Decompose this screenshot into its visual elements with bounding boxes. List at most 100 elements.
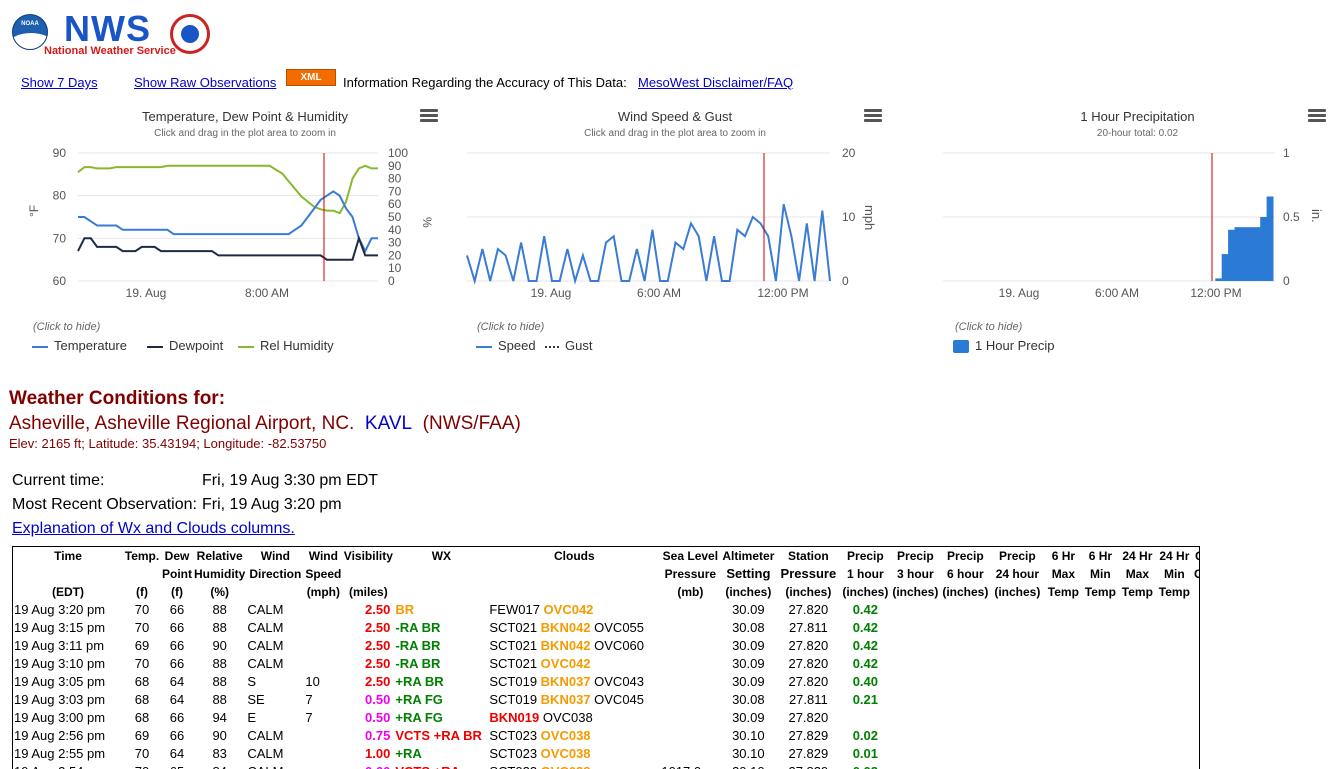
xml-button[interactable]: XML — [286, 69, 336, 86]
precipitation-chart[interactable]: 1 Hour Precipitation 20-hour total: 0.02… — [935, 105, 1335, 365]
y-tick-label: 10 — [842, 210, 856, 224]
station-id: KAVL — [364, 413, 413, 434]
legend-temperature[interactable]: Temperature — [32, 338, 127, 353]
table-cell: 19 Aug 3:05 pm — [14, 674, 106, 689]
table-cell: SCT021 OVC042 — [488, 655, 660, 673]
cloud-layer: BKN037 — [540, 692, 591, 707]
table-cell: FEW017 OVC042 — [488, 601, 660, 619]
table-row: 19 Aug 2:56 pm 69 66 90 CALM 0.75 VCTS +RA BR S… — [13, 727, 1199, 745]
table-cell — [1044, 601, 1082, 619]
column-header: Precip — [999, 549, 1036, 563]
table-cell — [1044, 745, 1082, 763]
table-cell — [1118, 601, 1156, 619]
precip-bar — [1253, 227, 1261, 281]
table-row: 19 Aug 3:15 pm 70 66 88 CALM 2.50 -RA BR SCT021… — [13, 619, 1199, 637]
column-header: Temp — [1047, 585, 1079, 599]
temp-chart-plot[interactable]: 908070601009080706050403020100°F%19. Aug… — [20, 105, 450, 310]
table-cell: 88 — [212, 620, 227, 635]
column-header: (f) — [136, 585, 148, 599]
legend-speed[interactable]: Speed — [476, 338, 536, 353]
precip-chart-plot[interactable]: 1 0.5 0 in. 19. Aug 6:00 AM 12:00 PM — [935, 105, 1335, 310]
table-cell — [990, 763, 1044, 769]
cloud-layer: SCT019 — [489, 692, 541, 707]
column-header: Max — [1051, 567, 1076, 581]
column-header: Wind — [308, 549, 338, 563]
table-cell: 70 — [134, 602, 150, 617]
legend-dewpoint[interactable]: Dewpoint — [147, 338, 223, 353]
table-cell: 68 — [134, 710, 150, 725]
table-cell: 70 — [134, 746, 150, 761]
column-header: Station — [788, 549, 829, 563]
table-cell: BR — [395, 602, 415, 617]
table-row: 19 Aug 3:20 pm 70 66 88 CALM 2.50 BR FEW017 OVC… — [13, 601, 1199, 619]
table-cell: SCT021 BKN042 OVC055 — [488, 619, 660, 637]
table-cell: 0.42 — [852, 638, 879, 653]
rel-humidity-line — [77, 164, 378, 215]
table-cell: 2.50 — [365, 620, 391, 635]
cloud-layer: SCT019 — [489, 674, 541, 689]
table-cell: 30.08 — [732, 692, 765, 707]
table-cell: 84 — [193, 763, 246, 769]
table-cell: 1017.0 — [660, 763, 720, 769]
precip-legend-icon — [953, 340, 969, 354]
table-cell — [1082, 619, 1118, 637]
table-cell — [1156, 709, 1192, 727]
table-cell: 64 — [169, 692, 185, 707]
table-cell — [1156, 745, 1192, 763]
table-cell — [940, 655, 990, 673]
table-cell: 19 Aug 3:15 pm — [14, 620, 106, 635]
station-name: Asheville, Asheville Regional Airport, N… — [9, 413, 355, 434]
accuracy-info-text: Information Regarding the Accuracy of Th… — [343, 75, 627, 90]
weather-conditions-heading: Weather Conditions for: — [9, 388, 226, 409]
table-cell — [1082, 655, 1118, 673]
column-header: Wind — [260, 549, 290, 563]
column-header: (inches) — [942, 585, 989, 599]
legend-1-hour-precip[interactable]: 1 Hour Precip — [953, 338, 1054, 354]
precip-bar — [1215, 278, 1223, 281]
table-cell: OK — [1192, 709, 1199, 727]
table-row: 19 Aug 3:05 pm 68 64 88 S 10 2.50 +RA BR SCT019 … — [13, 673, 1199, 691]
legend-gust[interactable]: Gust — [545, 338, 592, 353]
dewpoint-legend-icon — [147, 345, 163, 348]
wind-speed-gust-chart[interactable]: Wind Speed & Gust Click and drag in the … — [455, 105, 895, 365]
y2-tick-label: 0 — [388, 274, 395, 288]
show-raw-observations-link[interactable]: Show Raw Observations — [134, 75, 276, 90]
table-cell — [1156, 601, 1192, 619]
table-row: 19 Aug 3:03 pm 68 64 88 SE 7 0.50 +RA FG SCT019 … — [13, 691, 1199, 709]
column-header: (%) — [210, 585, 229, 599]
column-header: Min — [1164, 567, 1185, 581]
observations-table: Time Temp. Dew Relative Wind Wind Visibility WX… — [12, 546, 1200, 769]
legend-rel-humidity[interactable]: Rel Humidity — [238, 338, 334, 353]
table-cell: 27.820 — [788, 638, 829, 653]
table-cell: E — [247, 710, 257, 725]
cloud-layer: SCT023 — [489, 746, 541, 761]
column-header: (mb) — [677, 585, 704, 599]
table-cell: 27.820 — [788, 710, 829, 725]
table-cell: 1.00 — [365, 746, 391, 761]
table-cell: 0.42 — [852, 602, 879, 617]
table-cell: +RA BR — [395, 674, 444, 689]
table-cell — [990, 637, 1044, 655]
table-cell — [990, 709, 1044, 727]
table-cell — [660, 601, 720, 619]
column-header: Sea Level — [662, 549, 719, 563]
show-7-days-link[interactable]: Show 7 Days — [21, 75, 98, 90]
mesowest-disclaimer-link[interactable]: MesoWest Disclaimer/FAQ — [638, 75, 793, 90]
column-header: Direction — [249, 567, 302, 581]
legend-label: Speed — [498, 338, 536, 353]
table-cell — [1118, 637, 1156, 655]
wind-chart-plot[interactable]: 20 10 0 mph 19. Aug 6:00 AM 12:00 PM — [455, 105, 895, 310]
y2-axis-unit: % — [420, 217, 434, 228]
table-cell — [1082, 709, 1118, 727]
explanation-link[interactable]: Explanation of Wx and Clouds columns. — [12, 520, 295, 538]
table-cell — [1082, 601, 1118, 619]
column-header: Pressure — [664, 567, 717, 581]
table-cell: 19 Aug 2:54 pm — [13, 763, 123, 769]
column-header: Temp — [1084, 585, 1116, 599]
table-cell — [890, 763, 940, 769]
wind-speed-line — [466, 203, 831, 285]
table-cell — [1118, 709, 1156, 727]
temp-dew-humidity-chart[interactable]: Temperature, Dew Point & Humidity Click … — [20, 105, 450, 365]
table-cell — [940, 601, 990, 619]
y-axis-unit: mph — [862, 205, 877, 230]
